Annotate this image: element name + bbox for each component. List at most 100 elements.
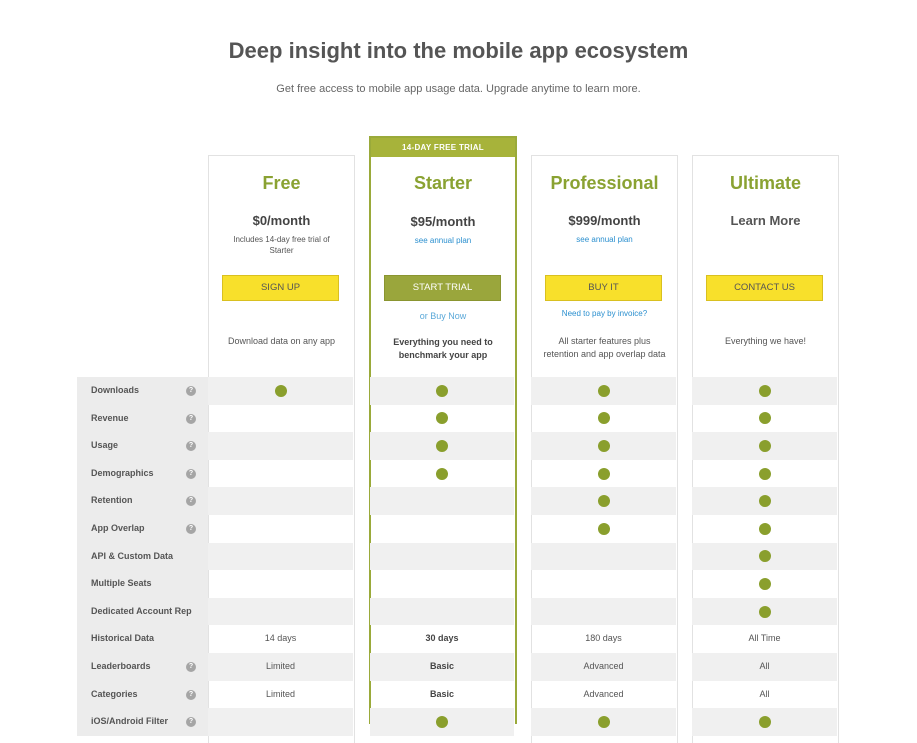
check-dot-icon bbox=[758, 439, 771, 452]
check-dot-icon bbox=[436, 384, 448, 397]
feature-cell bbox=[370, 515, 514, 543]
feature-cell bbox=[692, 460, 837, 488]
feature-cell: 30 days bbox=[370, 625, 514, 653]
feature-label-cell: Usage? bbox=[77, 432, 208, 460]
check-dot-icon bbox=[758, 577, 771, 590]
help-icon[interactable]: ? bbox=[186, 441, 196, 452]
feature-cell bbox=[208, 432, 353, 460]
check-dot-icon bbox=[758, 384, 771, 397]
feature-label: API & Custom Data bbox=[91, 550, 174, 561]
feature-cell bbox=[370, 460, 514, 488]
feature-cell bbox=[692, 597, 837, 626]
help-icon[interactable]: ? bbox=[186, 717, 196, 728]
plan-price: $0/month bbox=[252, 213, 311, 228]
feature-cell: All bbox=[692, 681, 837, 709]
sign-up-button[interactable]: SIGN UP bbox=[222, 275, 339, 301]
feature-cell bbox=[692, 487, 837, 515]
feature-row: API & Custom Data bbox=[77, 542, 839, 571]
buy-now-link[interactable]: or Buy Now bbox=[371, 311, 515, 321]
learn-more-link[interactable]: Learn More bbox=[693, 213, 838, 228]
plan-price: $999/month bbox=[568, 213, 641, 228]
feature-label: Multiple Seats bbox=[91, 578, 152, 589]
help-icon[interactable]: ? bbox=[186, 386, 196, 396]
plan-description: Download data on any app bbox=[227, 336, 336, 346]
feature-cell bbox=[370, 377, 514, 405]
feature-cell bbox=[692, 542, 837, 571]
help-icon[interactable]: ? bbox=[186, 661, 196, 672]
feature-cell bbox=[692, 515, 837, 543]
plan-name: Free bbox=[262, 173, 301, 193]
plan-description: All starter features plus retention and … bbox=[543, 336, 666, 359]
check-dot-icon bbox=[436, 715, 448, 728]
buy-it-button[interactable]: BUY IT bbox=[545, 275, 662, 301]
check-dot-icon bbox=[758, 550, 771, 563]
check-dot-icon bbox=[436, 412, 448, 425]
feature-value: Advanced bbox=[583, 660, 624, 671]
help-icon[interactable]: ? bbox=[186, 496, 196, 507]
feature-value: Advanced bbox=[583, 688, 624, 699]
feature-cell bbox=[208, 377, 353, 405]
feature-label: Leaderboards bbox=[91, 660, 151, 671]
feature-row: Usage? bbox=[77, 432, 839, 460]
page-subtitle: Get free access to mobile app usage data… bbox=[276, 83, 641, 95]
feature-label-cell: Downloads? bbox=[77, 377, 208, 405]
feature-cell bbox=[531, 405, 676, 433]
plan-name: Starter bbox=[413, 173, 473, 193]
feature-cell: Advanced bbox=[531, 652, 676, 681]
annual-plan-link[interactable]: see annual plan bbox=[532, 235, 677, 244]
help-icon[interactable]: ? bbox=[186, 689, 196, 700]
feature-value: All bbox=[759, 688, 770, 699]
feature-cell: All bbox=[692, 652, 837, 681]
feature-cell bbox=[692, 570, 837, 598]
feature-cell bbox=[208, 597, 353, 626]
feature-label-cell: Retention? bbox=[77, 487, 208, 515]
feature-label-cell: Categories? bbox=[77, 680, 208, 709]
feature-label: App Overlap bbox=[91, 522, 145, 533]
feature-cell bbox=[531, 708, 676, 736]
feature-cell: Limited bbox=[208, 681, 353, 709]
feature-label: Historical Data bbox=[91, 633, 155, 644]
feature-row: Demographics? bbox=[77, 459, 839, 488]
feature-cell bbox=[208, 405, 353, 433]
check-dot-icon bbox=[597, 412, 610, 425]
start-trial-button[interactable]: START TRIAL bbox=[384, 275, 501, 301]
feature-cell bbox=[531, 460, 676, 488]
annual-plan-link[interactable]: see annual plan bbox=[371, 236, 515, 245]
feature-label-cell: API & Custom Data bbox=[77, 542, 208, 571]
check-dot-icon bbox=[597, 522, 610, 535]
feature-cell: 180 days bbox=[531, 625, 676, 653]
feature-label: Usage bbox=[91, 440, 119, 451]
help-icon[interactable]: ? bbox=[186, 413, 196, 424]
check-dot-icon bbox=[758, 605, 771, 618]
plan-description: Everything you need to benchmark your ap… bbox=[393, 337, 493, 360]
contact-us-button[interactable]: CONTACT US bbox=[706, 275, 823, 301]
help-icon[interactable]: ? bbox=[186, 468, 196, 479]
feature-cell bbox=[370, 597, 514, 626]
plan-description: Everything we have! bbox=[724, 336, 807, 346]
feature-cell: Limited bbox=[208, 652, 353, 681]
feature-label-cell: Dedicated Account Rep bbox=[77, 597, 208, 626]
feature-value: 180 days bbox=[585, 633, 622, 644]
check-dot-icon bbox=[758, 715, 771, 728]
check-dot-icon bbox=[274, 384, 287, 397]
feature-cell bbox=[531, 377, 676, 405]
feature-label-cell: Multiple Seats bbox=[77, 570, 208, 598]
check-dot-icon bbox=[597, 467, 610, 480]
plan-name: Ultimate bbox=[729, 173, 801, 193]
feature-cell bbox=[531, 597, 676, 626]
check-dot-icon bbox=[597, 384, 610, 397]
feature-row: Retention? bbox=[77, 487, 839, 515]
pay-by-invoice-link[interactable]: Need to pay by invoice? bbox=[532, 309, 677, 318]
feature-row: Revenue? bbox=[77, 404, 839, 433]
feature-label: Revenue bbox=[91, 412, 129, 423]
feature-cell bbox=[370, 542, 514, 571]
help-icon[interactable]: ? bbox=[186, 523, 196, 534]
feature-cell bbox=[208, 570, 353, 598]
feature-cell bbox=[208, 460, 353, 488]
feature-cell bbox=[531, 487, 676, 515]
check-dot-icon bbox=[758, 495, 771, 508]
page-title: Deep insight into the mobile app ecosyst… bbox=[228, 38, 689, 63]
check-dot-icon bbox=[758, 412, 771, 425]
feature-cell bbox=[692, 708, 837, 736]
feature-label: Downloads bbox=[91, 385, 140, 395]
